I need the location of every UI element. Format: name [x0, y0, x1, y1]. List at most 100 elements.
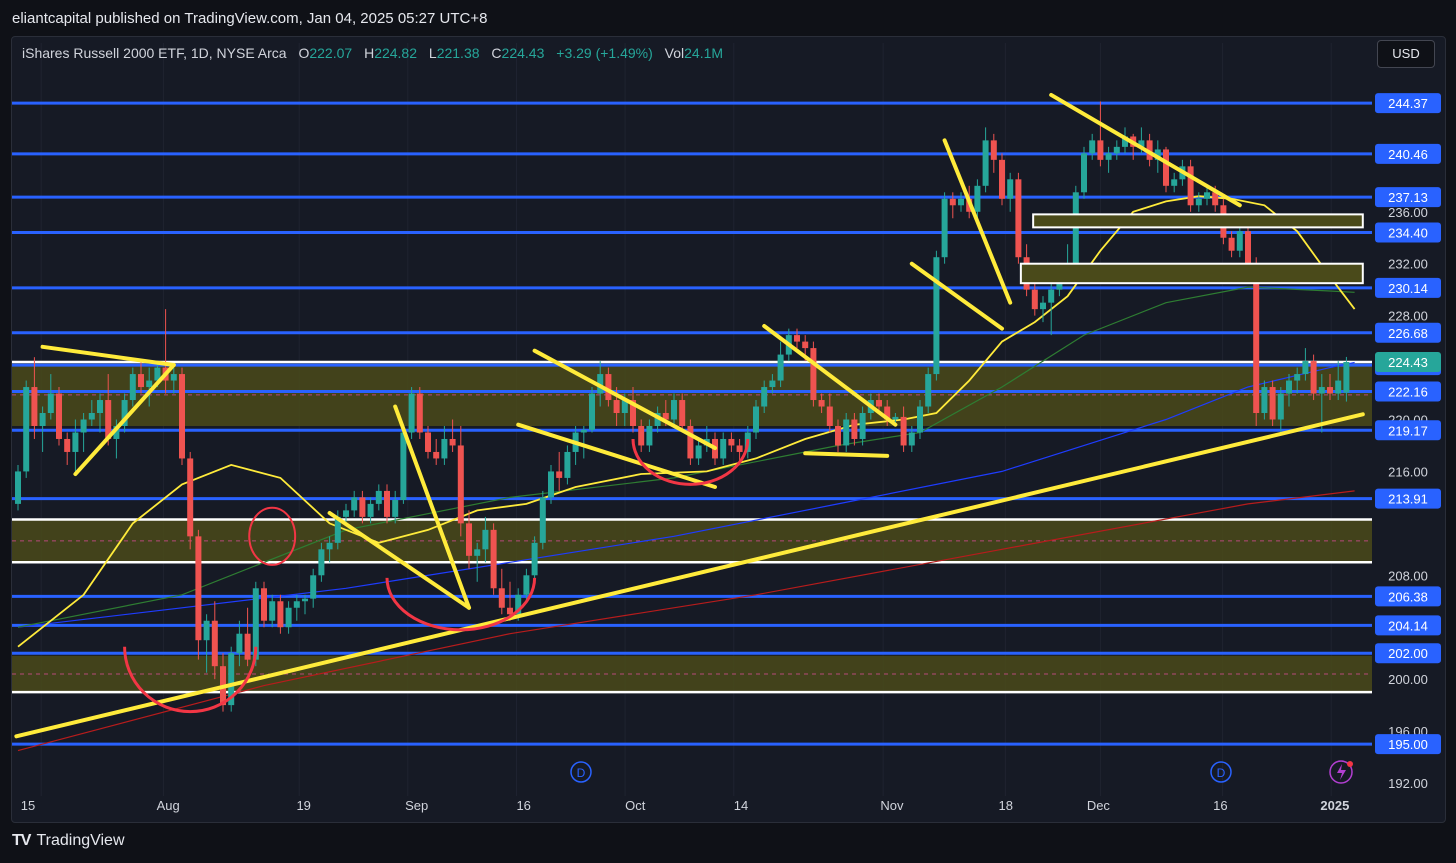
candle-body	[794, 335, 800, 342]
candle-body	[408, 393, 415, 433]
candle-body	[490, 529, 497, 589]
last-price-tag: 224.43	[1388, 355, 1428, 370]
candle-body	[613, 400, 620, 414]
candle-body	[187, 458, 194, 537]
candle-body	[1089, 140, 1096, 154]
candle-body	[761, 387, 768, 407]
candle-body	[539, 497, 546, 543]
y-tick-label: 192.00	[1388, 776, 1428, 791]
close-value: 224.43	[501, 45, 545, 61]
tradingview-wordmark: TradingView	[36, 832, 125, 849]
candle-body	[605, 374, 612, 401]
candle-body	[466, 523, 472, 556]
candle-body	[138, 374, 144, 388]
candle-body	[326, 542, 333, 550]
candle-body	[23, 387, 30, 472]
candle-body	[1171, 179, 1178, 186]
price-axis: 192.00196.00200.00208.00216.00220.00228.…	[1372, 43, 1444, 796]
ohlc-legend[interactable]: iShares Russell 2000 ETF, 1D, NYSE Arca …	[22, 45, 723, 61]
candle-body	[1302, 361, 1309, 375]
candle-body	[277, 601, 284, 628]
level-price-tag: 222.16	[1388, 384, 1428, 399]
candle-body	[1204, 192, 1210, 199]
candle-body	[1277, 393, 1284, 420]
footer-logo[interactable]: TV TradingView	[12, 832, 125, 850]
candle-body	[457, 445, 464, 524]
candle-body	[802, 341, 809, 349]
candle-body	[958, 198, 964, 206]
candle-body	[925, 374, 932, 407]
candle-body	[1228, 237, 1235, 251]
candle-body	[859, 413, 866, 439]
tradingview-logo-icon: TV	[12, 832, 31, 849]
x-tick-label: Dec	[1087, 798, 1111, 813]
candle-body	[1097, 140, 1104, 160]
notification-dot-icon	[1347, 761, 1353, 767]
candle-body	[1015, 179, 1022, 258]
candle-body	[318, 549, 325, 576]
x-tick-label: Sep	[405, 798, 428, 813]
trendline	[1049, 92, 1242, 208]
candle-body	[392, 499, 399, 517]
high-value: 224.82	[374, 45, 418, 61]
candle-body	[72, 432, 79, 452]
x-tick-label: Nov	[880, 798, 904, 813]
y-tick-label: 208.00	[1388, 568, 1428, 583]
candle-body	[261, 588, 267, 621]
candle-body	[1048, 289, 1055, 303]
level-price-tag: 219.17	[1388, 423, 1428, 438]
candle-body	[531, 542, 538, 576]
candle-body	[56, 393, 62, 439]
candle-body	[343, 510, 349, 517]
level-price-tag: 204.14	[1388, 618, 1428, 633]
candle-body	[1081, 153, 1087, 193]
candle-body	[1335, 380, 1342, 394]
candle-body	[293, 601, 300, 608]
candle-body	[892, 416, 899, 420]
candle-body	[1163, 149, 1169, 186]
candle-body	[1327, 387, 1333, 394]
level-price-tag: 237.13	[1388, 190, 1428, 205]
candle-body	[1253, 263, 1260, 414]
candle-body	[564, 451, 571, 478]
low-label: L	[428, 45, 437, 61]
level-price-tag: 206.38	[1388, 589, 1428, 604]
x-tick-label: Oct	[625, 798, 646, 813]
candle-body	[753, 406, 759, 433]
candle-body	[720, 438, 727, 459]
candle-body	[449, 438, 456, 446]
candle-body	[146, 380, 153, 388]
candle-body	[474, 549, 481, 556]
volume-value: 24.1M	[684, 45, 724, 61]
candle-body	[310, 575, 317, 599]
candle-body	[269, 601, 276, 621]
candle-body	[64, 438, 71, 452]
candle-body	[195, 536, 202, 641]
candle-body	[359, 497, 366, 517]
open-label: O	[298, 45, 310, 61]
symbol-name[interactable]: iShares Russell 2000 ETF, 1D, NYSE Arca	[22, 45, 287, 61]
candle-body	[769, 380, 776, 388]
candle-body	[695, 445, 702, 459]
candle-body	[211, 620, 218, 667]
x-tick-label: Aug	[157, 798, 180, 813]
currency-button[interactable]: USD	[1377, 40, 1435, 68]
x-tick-label: 16	[516, 798, 530, 813]
candle-body	[80, 419, 87, 433]
candle-body	[498, 588, 505, 608]
candle-body	[482, 529, 489, 550]
candle-body	[441, 438, 448, 459]
candle-body	[367, 503, 374, 517]
x-tick-label: 19	[296, 798, 310, 813]
close-label: C	[491, 45, 502, 61]
lightning-icon	[1337, 764, 1346, 780]
x-tick-label: 15	[21, 798, 35, 813]
candlestick-chart[interactable]: 192.00196.00200.00208.00216.00220.00228.…	[0, 0, 1456, 863]
candle-body	[236, 633, 243, 654]
candle-body	[638, 425, 645, 446]
level-price-tag: 244.37	[1388, 96, 1428, 111]
dividend-marker-label: D	[577, 766, 586, 780]
candle-body	[285, 607, 292, 628]
candle-body	[589, 393, 595, 430]
trendline	[803, 451, 890, 458]
